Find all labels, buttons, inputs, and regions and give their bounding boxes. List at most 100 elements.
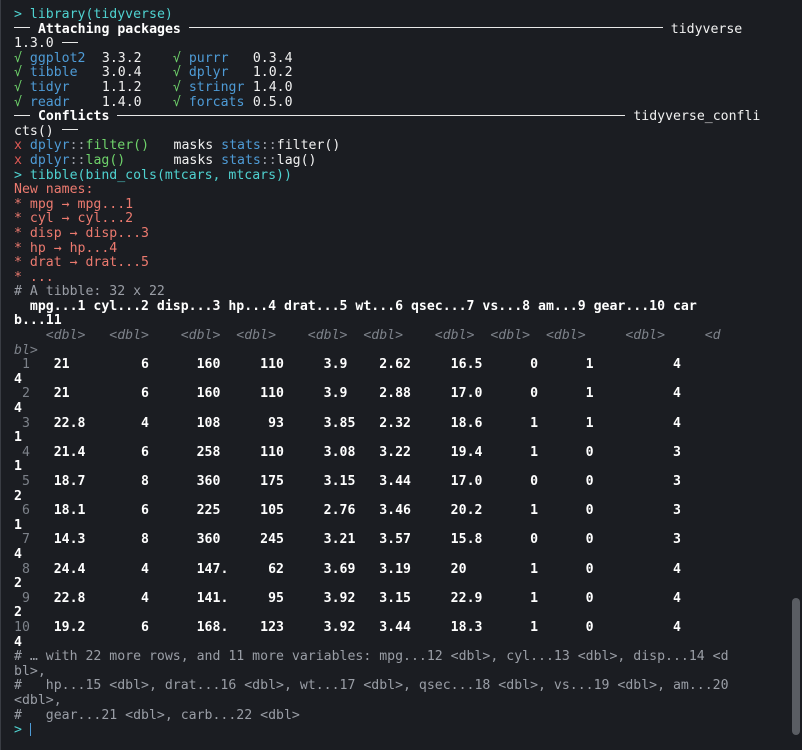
row-carb-value: 4 [14, 401, 22, 417]
package-version: 1.1.2 [101, 79, 142, 95]
check-icon: √ [14, 65, 22, 81]
conflict-stats-fn: filter() [276, 138, 341, 154]
conflict-stats: stats [221, 138, 261, 154]
table-row: 3 22.8 4 108 93 3.85 2.32 18.6 1 1 4 [14, 415, 793, 432]
rename-line: * ... [14, 269, 54, 285]
conflicts-header-text: Conflicts [37, 109, 110, 125]
conflict-masks: masks [173, 152, 214, 168]
column-type-row: <dbl> <dbl> <dbl> <dbl> <dbl> <dbl> <dbl… [14, 328, 721, 344]
attach-header-cont: 1.3.0 [14, 36, 793, 52]
table-row: 2 21 6 160 110 3.9 2.88 17.0 0 1 4 [14, 387, 793, 402]
package-row: √ readr 1.4.0 √ forcats 0.5.0 [14, 94, 793, 111]
r-console[interactable]: > library(tidyverse) Attaching packages … [0, 0, 802, 750]
column-header-row: mpg...1 cyl...2 disp...3 hp...4 drat...5… [14, 298, 697, 314]
tibble-footer: # gear...21 <dbl>, carb...22 <dbl> [14, 707, 300, 723]
package-version: 1.0.2 [252, 65, 293, 81]
header-rule [188, 27, 663, 29]
conflict-pkg: dplyr [29, 138, 70, 154]
vertical-scrollbar[interactable] [792, 598, 800, 735]
check-icon: √ [172, 79, 181, 95]
package-name: tibble [29, 65, 78, 81]
text-cursor [29, 723, 31, 737]
package-name: tidyr [29, 79, 70, 95]
check-icon: √ [14, 79, 22, 95]
conflicts-header: Conflicts tidyverse_confli [14, 109, 793, 125]
package-row: √ tidyr 1.1.2 √ stringr 1.4.0 [14, 79, 793, 96]
table-row: 4 21.4 6 258 110 3.08 3.22 19.4 1 0 3 [14, 444, 793, 461]
tidyverse-label: tidyverse [670, 21, 743, 37]
row-number: 10 [14, 619, 30, 635]
command-text: library(tidyverse) [29, 7, 173, 22]
row-carb-value: 4 [14, 546, 22, 562]
conflict-stats: stats [221, 152, 261, 168]
tibble-footer: # hp...15 <dbl>, drat...16 <dbl>, wt...1… [14, 678, 729, 694]
rename-line: * mpg → mpg...1 [14, 196, 134, 212]
row-number: 6 [14, 503, 30, 519]
header-rule [61, 41, 78, 43]
conflicts-label: tidyverse_confli [633, 109, 761, 125]
rename-line: * hp → hp...4 [14, 240, 118, 256]
input-line[interactable]: > [14, 723, 793, 738]
package-name: forcats [188, 94, 245, 110]
conflict-stats-fn: lag() [276, 152, 317, 168]
row-number: 2 [14, 386, 30, 402]
tidyverse-version: 1.3.0 [14, 36, 54, 52]
tibble-footer: <dbl>, [14, 692, 62, 708]
row-values: 21 6 160 110 3.9 2.88 17.0 0 1 4 [29, 386, 681, 402]
package-version: 3.0.4 [101, 65, 142, 81]
header-rule [14, 114, 30, 116]
row-carb-value: 4 [14, 634, 22, 650]
command-text: tibble(bind_cols(mtcars, mtcars)) [29, 167, 292, 183]
check-icon: √ [172, 50, 181, 66]
table-row: 1 21 6 160 110 3.9 2.62 16.5 0 1 4 [14, 357, 793, 373]
header-rule [61, 129, 78, 131]
row-carb-value: 4 [14, 371, 22, 387]
console-output: > library(tidyverse) Attaching packages … [14, 7, 793, 738]
column-header-row: b...11 [14, 313, 62, 329]
row-number: 7 [14, 532, 30, 548]
conflict-row: x dplyr::lag() masks stats::lag() [14, 152, 317, 168]
conflicts-label-cont: cts() [14, 123, 54, 139]
row-carb-value: 2 [14, 605, 22, 621]
row-carb-value: 2 [14, 576, 22, 592]
table-row: 10 19.2 6 168. 123 3.92 3.44 18.3 1 0 4 [14, 619, 793, 636]
package-name: ggplot2 [29, 50, 86, 66]
tibble-footer: # … with 22 more rows, and 11 more varia… [14, 649, 729, 665]
cross-icon: x [14, 138, 22, 154]
table-body: 1 21 6 160 110 3.9 2.62 16.5 0 1 44 2 21… [14, 357, 793, 650]
rename-line: * disp → disp...3 [14, 225, 149, 241]
row-number: 1 [14, 357, 30, 373]
package-version: 3.3.2 [101, 50, 142, 66]
row-number: 4 [14, 444, 30, 460]
conflict-fn: lag() [85, 152, 126, 168]
row-carb-value: 2 [14, 488, 22, 504]
row-values: 18.1 6 225 105 2.76 3.46 20.2 1 0 3 [29, 503, 681, 519]
row-number: 9 [14, 590, 30, 606]
row-number: 5 [14, 474, 30, 489]
row-values: 24.4 4 147. 62 3.69 3.19 20 1 0 4 [29, 561, 681, 577]
table-row: 8 24.4 4 147. 62 3.69 3.19 20 1 0 4 [14, 561, 793, 578]
tibble-info: # A tibble: 32 x 22 [14, 284, 165, 300]
check-icon: √ [172, 94, 181, 110]
row-carb-value: 1 [14, 430, 22, 446]
row-values: 22.8 4 108 93 3.85 2.32 18.6 1 1 4 [29, 415, 681, 431]
package-name: dplyr [188, 65, 229, 81]
row-carb-value: 1 [14, 517, 22, 533]
table-row: 6 18.1 6 225 105 2.76 3.46 20.2 1 0 3 [14, 503, 793, 519]
package-row: √ ggplot2 3.3.2 √ purrr 0.3.4 [14, 50, 793, 67]
package-version: 1.4.0 [252, 79, 293, 95]
row-values: 18.7 8 360 175 3.15 3.44 17.0 0 0 3 [29, 474, 681, 489]
rename-line: * cyl → cyl...2 [14, 211, 134, 227]
row-number: 3 [14, 415, 30, 431]
prompt-symbol: > [14, 7, 22, 22]
row-values: 19.2 6 168. 123 3.92 3.44 18.3 1 0 4 [29, 619, 681, 635]
row-carb-value: 1 [14, 459, 22, 475]
attach-header: Attaching packages tidyverse [14, 21, 793, 38]
command-line: > tibble(bind_cols(mtcars, mtcars)) [14, 167, 793, 184]
new-names-header: New names: [14, 182, 94, 198]
row-values: 22.8 4 141. 95 3.92 3.15 22.9 1 0 4 [29, 590, 681, 606]
package-name: readr [29, 94, 70, 110]
conflict-pkg: dplyr [29, 152, 70, 168]
table-row: 5 18.7 8 360 175 3.15 3.44 17.0 0 0 3 [14, 474, 793, 490]
package-version: 0.3.4 [252, 50, 293, 66]
